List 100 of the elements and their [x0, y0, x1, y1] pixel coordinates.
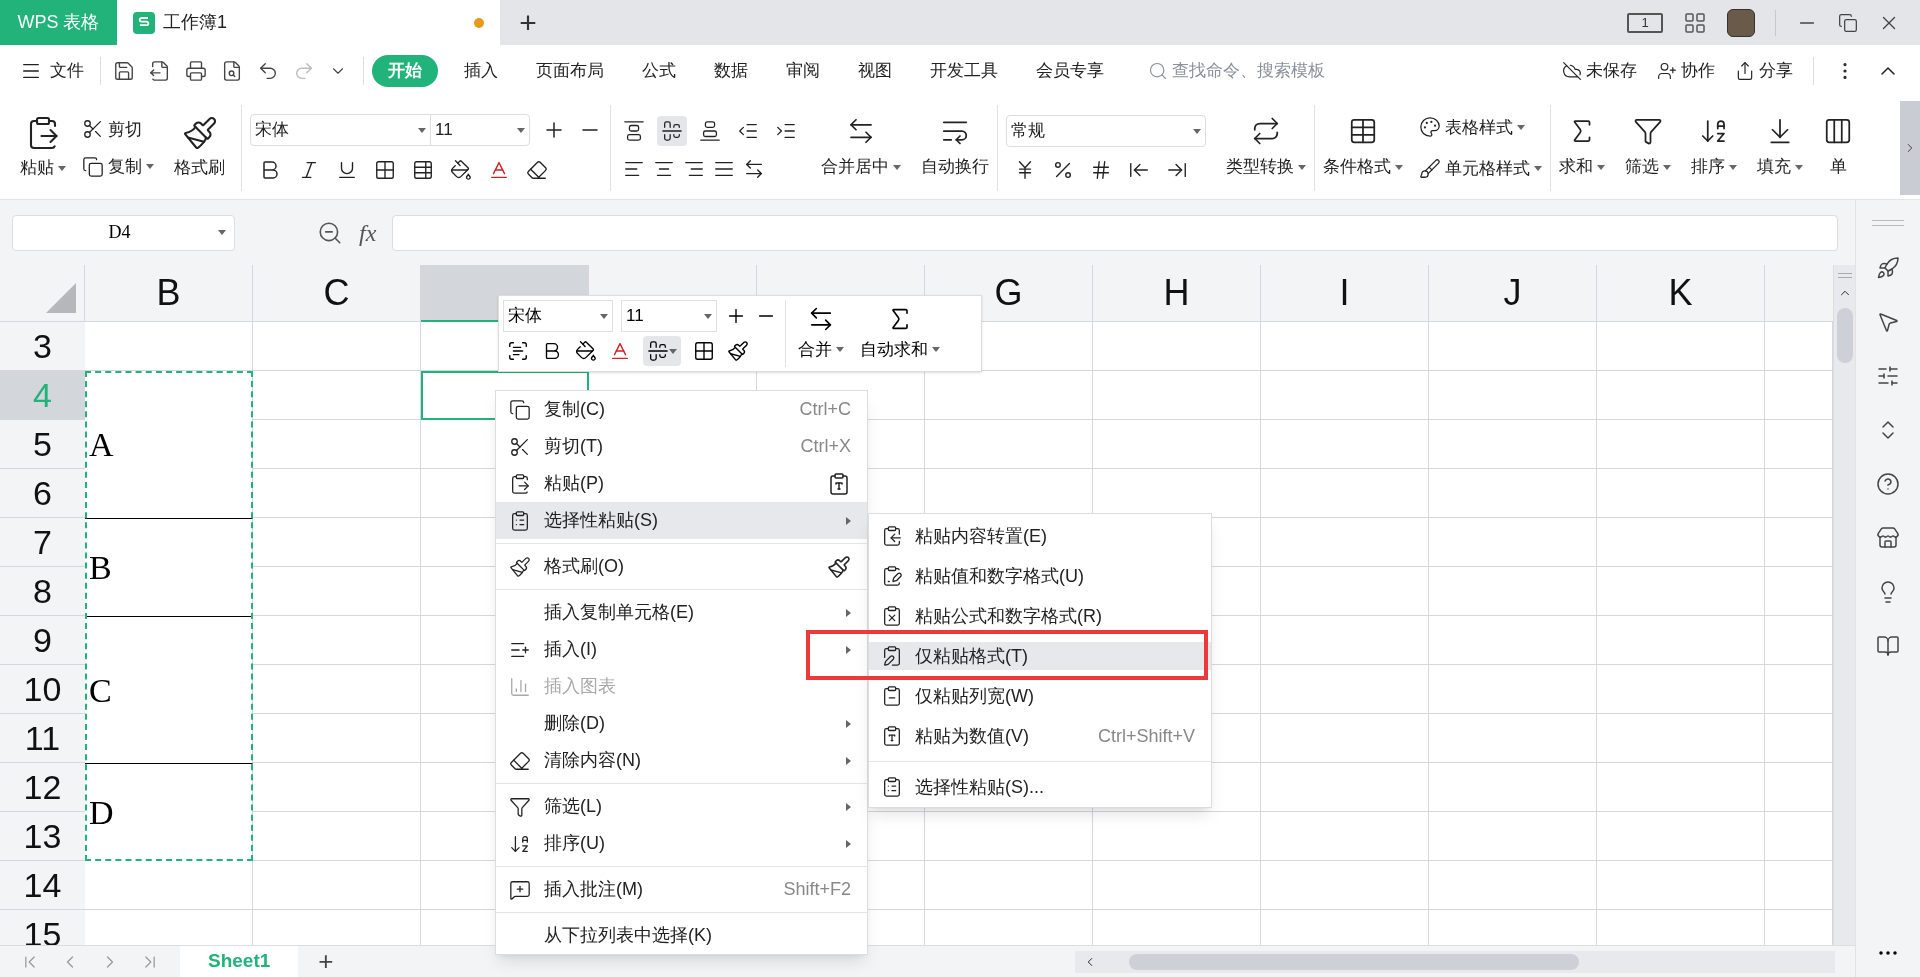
menu-item[interactable]: 排序(U): [496, 825, 867, 862]
menu-item[interactable]: 粘贴公式和数字格式(R): [869, 602, 1211, 630]
menu-item[interactable]: 筛选(L): [496, 788, 867, 825]
row-header[interactable]: 7: [0, 518, 85, 567]
column-header[interactable]: I: [1261, 265, 1429, 322]
store-icon[interactable]: [1876, 526, 1900, 550]
merge-center-button[interactable]: 合并居中: [821, 116, 901, 180]
row-header[interactable]: 3: [0, 322, 85, 371]
row-header[interactable]: 12: [0, 763, 85, 812]
menu-item[interactable]: 清除内容(N): [496, 742, 867, 779]
menu-item[interactable]: 粘贴值和数字格式(U): [869, 562, 1211, 590]
ribbon-tab[interactable]: 审阅: [774, 55, 832, 87]
cut-button[interactable]: 剪切: [82, 116, 154, 142]
row-header[interactable]: 10: [0, 665, 85, 714]
menu-item[interactable]: 格式刷(O): [496, 548, 867, 585]
font-color-icon[interactable]: [609, 340, 631, 362]
restore-icon[interactable]: [1838, 12, 1858, 33]
row-header[interactable]: 8: [0, 567, 85, 616]
wrap-text-button[interactable]: 自动换行: [921, 116, 989, 180]
scrollbar-thumb[interactable]: [1836, 308, 1853, 363]
column-header[interactable]: C: [253, 265, 421, 322]
eraser-icon[interactable]: [526, 159, 548, 181]
column-header[interactable]: K: [1597, 265, 1765, 322]
menu-item[interactable]: 仅粘贴列宽(W): [869, 682, 1211, 710]
row-header[interactable]: 11: [0, 714, 85, 763]
row-header[interactable]: 5: [0, 420, 85, 469]
column-header[interactable]: B: [85, 265, 253, 322]
document-tab[interactable]: 工作簿1: [117, 0, 500, 45]
sliders-icon[interactable]: [1876, 364, 1900, 388]
menu-item[interactable]: 选择性粘贴(S)...: [869, 773, 1211, 801]
format-painter-button[interactable]: 格式刷: [166, 115, 233, 181]
font-name-select[interactable]: 宋体: [503, 300, 613, 332]
fill-color-icon[interactable]: [575, 340, 597, 362]
toolbar-action[interactable]: 分享: [1735, 58, 1793, 84]
cell-style-button[interactable]: 单元格样式: [1419, 156, 1542, 182]
percent-icon[interactable]: [1052, 159, 1074, 181]
print-preview-icon[interactable]: [221, 60, 243, 82]
column-header[interactable]: H: [1093, 265, 1261, 322]
rocket-icon[interactable]: [1876, 256, 1900, 280]
underline-icon[interactable]: [336, 159, 358, 181]
ribbon-tab[interactable]: 公式: [630, 55, 688, 87]
menu-item[interactable]: 粘贴为数值(V) Ctrl+Shift+V: [869, 722, 1211, 750]
menu-item[interactable]: 剪切(T) Ctrl+X: [496, 428, 867, 465]
add-sheet-button[interactable]: +: [318, 942, 334, 977]
fill-color-icon[interactable]: [450, 159, 472, 181]
save-icon[interactable]: [113, 60, 135, 82]
conditional-format-button[interactable]: 条件格式: [1323, 116, 1403, 180]
file-menu[interactable]: 文件: [20, 58, 96, 84]
help-icon[interactable]: [1876, 472, 1900, 496]
table-style-button[interactable]: 表格样式: [1419, 114, 1542, 140]
menu-item[interactable]: 复制(C) Ctrl+C: [496, 391, 867, 428]
horizontal-scrollbar[interactable]: [1075, 950, 1835, 973]
align-button[interactable]: [657, 116, 687, 146]
ribbon-tab[interactable]: 开发工具: [918, 55, 1010, 87]
menu-item[interactable]: 选择性粘贴(S): [496, 502, 867, 539]
menu-item[interactable]: 粘贴(P): [496, 465, 867, 502]
undo-icon[interactable]: [257, 60, 279, 82]
type-convert-button[interactable]: 类型转换: [1226, 116, 1306, 180]
export-icon[interactable]: [149, 60, 171, 82]
menu-item[interactable]: 插入复制单元格(E): [496, 594, 867, 631]
name-box[interactable]: D4: [12, 214, 235, 251]
function-button[interactable]: fx: [359, 214, 377, 251]
border-icon[interactable]: [374, 159, 396, 181]
toolbar-action[interactable]: 协作: [1657, 58, 1715, 84]
ribbon-tab[interactable]: 页面布局: [524, 55, 616, 87]
paintbrush-icon[interactable]: [827, 554, 851, 579]
merge-button[interactable]: 合并: [794, 300, 848, 367]
view-mode-icon[interactable]: 1: [1627, 12, 1663, 33]
format-painter-icon[interactable]: [727, 340, 749, 362]
paste-values-icon[interactable]: [827, 471, 851, 496]
column-header[interactable]: J: [1429, 265, 1597, 322]
editing-button[interactable]: 排序: [1691, 116, 1737, 180]
thousands-icon[interactable]: [1090, 159, 1112, 181]
editing-button[interactable]: 填充: [1757, 116, 1803, 180]
border-icon[interactable]: [693, 340, 715, 362]
new-tab-button[interactable]: +: [500, 0, 556, 45]
printer-icon[interactable]: [185, 60, 207, 82]
row-header[interactable]: 6: [0, 469, 85, 518]
grid-icon[interactable]: [1683, 10, 1707, 35]
editing-button[interactable]: 筛选: [1625, 116, 1671, 180]
toolbar-action[interactable]: 未保存: [1562, 58, 1637, 84]
align-button[interactable]: [643, 336, 681, 366]
ribbon-tab[interactable]: 会员专享: [1024, 55, 1116, 87]
menu-item[interactable]: 插入(I): [496, 631, 867, 668]
row-header[interactable]: 14: [0, 861, 85, 910]
command-search[interactable]: 查找命令、搜索模板: [1148, 58, 1372, 84]
menu-item[interactable]: 从下拉列表中选择(K): [496, 917, 867, 954]
avatar[interactable]: [1727, 8, 1755, 37]
scan-icon[interactable]: [507, 340, 529, 362]
menu-item[interactable]: 插入批注(M) Shift+F2: [496, 871, 867, 908]
menu-item[interactable]: 粘贴内容转置(E): [869, 522, 1211, 550]
book-icon[interactable]: [1876, 634, 1900, 658]
font-size-select[interactable]: 11: [621, 300, 717, 332]
paste-button[interactable]: 粘贴: [16, 115, 70, 181]
row-header[interactable]: 9: [0, 616, 85, 665]
formula-input[interactable]: [392, 214, 1838, 251]
ribbon-tab[interactable]: 视图: [846, 55, 904, 87]
ribbon-tab[interactable]: 数据: [702, 55, 760, 87]
menu-item[interactable]: 仅粘贴格式(T): [869, 642, 1211, 670]
font-color-icon[interactable]: [488, 159, 510, 181]
